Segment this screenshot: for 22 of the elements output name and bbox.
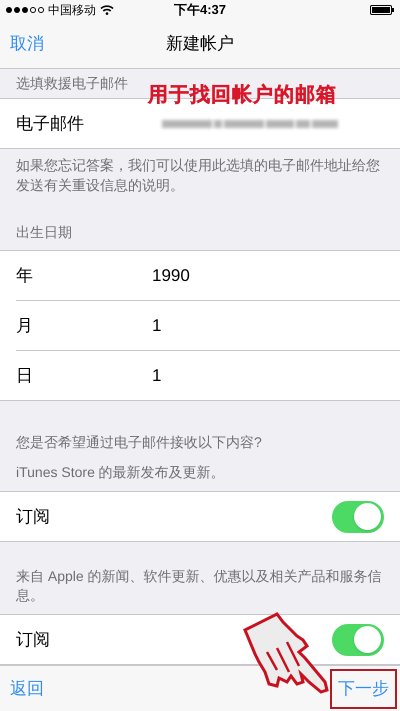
window-title: 新建帐户 — [166, 33, 234, 56]
signal-icon — [6, 6, 44, 13]
field-value[interactable]: 1 — [152, 362, 162, 388]
section-text: 来自 Apple 的新闻、软件更新、优惠以及相关产品和服务信息。 — [16, 567, 383, 605]
toggle-switch[interactable] — [332, 500, 384, 532]
row-label: 订阅 — [16, 628, 51, 651]
row-label: 电子邮件 — [16, 112, 85, 135]
section-text: iTunes Store 的最新发布及更新。 — [16, 463, 226, 482]
row-label: 年 — [16, 265, 34, 288]
row-label: 订阅 — [16, 506, 51, 528]
row-label: 日 — [16, 364, 34, 387]
field-value[interactable]: 1990 — [152, 263, 190, 289]
wifi-icon — [100, 4, 114, 15]
toggle-switch[interactable] — [332, 624, 384, 656]
section-text: 您是否希望通过电子邮件接收以下内容? — [16, 433, 263, 452]
carrier-name: 中国移动 — [48, 2, 96, 19]
annotation-text: 用于找回帐户的邮箱 — [148, 82, 337, 108]
field-value[interactable]: 1 — [152, 313, 162, 339]
battery-icon — [370, 4, 394, 15]
status-time: 下午4:37 — [174, 1, 226, 20]
row-label: 月 — [16, 315, 34, 338]
section-footer: 如果您忘记答案，我们可以使用此选填的电子邮件地址给您发送有关重设信息的说明。 — [0, 149, 400, 195]
